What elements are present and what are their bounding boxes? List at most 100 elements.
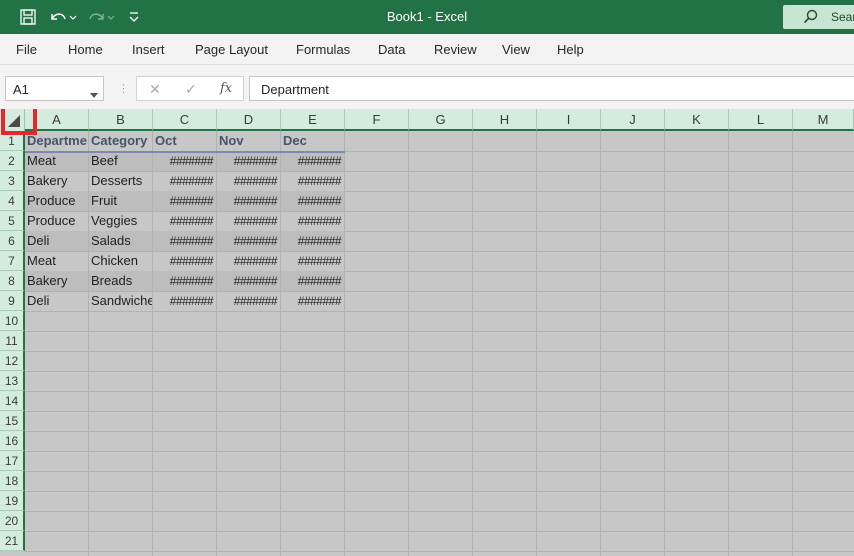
table-header-cell[interactable]: Dec (281, 131, 344, 151)
table-cell[interactable]: ####### (153, 251, 216, 271)
table-cell[interactable]: ####### (281, 211, 344, 231)
table-cell[interactable]: ####### (217, 271, 280, 291)
table-cell[interactable]: Bakery (25, 171, 88, 191)
column-header-d[interactable]: D (217, 109, 281, 131)
tab-file[interactable]: File (16, 42, 37, 57)
tab-view[interactable]: View (502, 42, 530, 57)
tab-help[interactable]: Help (557, 42, 584, 57)
table-cell[interactable]: ####### (281, 291, 344, 311)
table-cell[interactable]: ####### (217, 151, 280, 171)
row-header[interactable]: 18 (0, 471, 25, 491)
row-header[interactable]: 12 (0, 351, 25, 371)
table-cell[interactable]: ####### (281, 151, 344, 171)
table-cell[interactable]: Salads (89, 231, 152, 251)
column-header-i[interactable]: I (537, 109, 601, 131)
column-header-g[interactable]: G (409, 109, 473, 131)
chevron-down-icon[interactable] (90, 86, 98, 101)
table-cell[interactable]: Deli (25, 291, 88, 311)
formula-input[interactable]: Department (249, 76, 854, 101)
window-title: Book1 - Excel (386, 9, 468, 24)
table-cell[interactable]: ####### (153, 211, 216, 231)
table-cell[interactable]: Produce (25, 191, 88, 211)
table-cell[interactable]: Deli (25, 231, 88, 251)
cancel-icon[interactable]: ✕ (149, 81, 161, 98)
table-cell[interactable]: ####### (217, 231, 280, 251)
row-header[interactable]: 4 (0, 191, 25, 211)
table-cell[interactable]: ####### (217, 251, 280, 271)
column-header-j[interactable]: J (601, 109, 665, 131)
table-header-cell[interactable]: Oct (153, 131, 216, 151)
table-cell[interactable]: ####### (153, 151, 216, 171)
tab-formulas[interactable]: Formulas (296, 42, 350, 57)
row-header[interactable]: 21 (0, 531, 25, 551)
table-cell[interactable]: Bakery (25, 271, 88, 291)
row-header[interactable]: 10 (0, 311, 25, 331)
table-cell[interactable]: ####### (281, 171, 344, 191)
table-cell[interactable]: Produce (25, 211, 88, 231)
row-header[interactable]: 20 (0, 511, 25, 531)
column-header-c[interactable]: C (153, 109, 217, 131)
insert-function-icon[interactable]: fx (220, 81, 232, 96)
table-cell[interactable]: ####### (153, 271, 216, 291)
table-cell[interactable]: Beef (89, 151, 152, 171)
table-cell[interactable]: Meat (25, 151, 88, 171)
column-header-m[interactable]: M (793, 109, 854, 131)
table-cell[interactable]: Meat (25, 251, 88, 271)
row-header[interactable]: 6 (0, 231, 25, 251)
table-cell[interactable]: Breads (89, 271, 152, 291)
worksheet-grid[interactable]: A B C D E F G H I J K L M 1 2 3 4 5 6 7 … (0, 109, 854, 556)
tab-home[interactable]: Home (68, 42, 103, 57)
formula-bar: A1 ⋮ ✕ ✓ fx Department (0, 64, 854, 109)
tab-review[interactable]: Review (434, 42, 477, 57)
table-cell[interactable]: ####### (281, 251, 344, 271)
search-box[interactable]: Sear (783, 5, 854, 29)
row-header[interactable]: 19 (0, 491, 25, 511)
gridline (25, 551, 854, 552)
table-cell[interactable]: ####### (153, 291, 216, 311)
table-cell[interactable]: Fruit (89, 191, 152, 211)
table-cell[interactable]: Sandwiche (89, 291, 152, 311)
gridline (25, 431, 854, 432)
column-header-f[interactable]: F (345, 109, 409, 131)
row-header[interactable]: 17 (0, 451, 25, 471)
row-header[interactable]: 8 (0, 271, 25, 291)
enter-check-icon[interactable]: ✓ (185, 81, 197, 98)
table-cell[interactable]: ####### (281, 271, 344, 291)
table-cell[interactable]: ####### (153, 231, 216, 251)
tab-insert[interactable]: Insert (132, 42, 165, 57)
table-cell[interactable]: Veggies (89, 211, 152, 231)
row-header[interactable]: 7 (0, 251, 25, 271)
row-header[interactable]: 11 (0, 331, 25, 351)
gridline (664, 131, 665, 556)
tab-data[interactable]: Data (378, 42, 405, 57)
tab-page-layout[interactable]: Page Layout (195, 42, 268, 57)
table-header-cell[interactable]: Nov (217, 131, 280, 151)
table-cell[interactable]: ####### (217, 291, 280, 311)
table-cell[interactable]: ####### (281, 231, 344, 251)
table-cell[interactable]: ####### (281, 191, 344, 211)
column-header-l[interactable]: L (729, 109, 793, 131)
column-header-k[interactable]: K (665, 109, 729, 131)
row-header[interactable]: 3 (0, 171, 25, 191)
table-header-cell[interactable]: Category (89, 131, 152, 151)
row-header[interactable]: 2 (0, 151, 25, 171)
gridline (25, 391, 854, 392)
column-header-h[interactable]: H (473, 109, 537, 131)
table-cell[interactable]: ####### (217, 191, 280, 211)
row-header[interactable]: 16 (0, 431, 25, 451)
row-header[interactable]: 13 (0, 371, 25, 391)
gridline (25, 331, 854, 332)
table-cell[interactable]: Desserts (89, 171, 152, 191)
table-cell[interactable]: Chicken (89, 251, 152, 271)
table-cell[interactable]: ####### (153, 191, 216, 211)
table-cell[interactable]: ####### (217, 211, 280, 231)
table-cell[interactable]: ####### (153, 171, 216, 191)
name-box[interactable]: A1 (5, 76, 104, 101)
table-cell[interactable]: ####### (217, 171, 280, 191)
row-header[interactable]: 5 (0, 211, 25, 231)
row-header[interactable]: 15 (0, 411, 25, 431)
column-header-e[interactable]: E (281, 109, 345, 131)
row-header[interactable]: 14 (0, 391, 25, 411)
row-header[interactable]: 9 (0, 291, 25, 311)
column-header-b[interactable]: B (89, 109, 153, 131)
